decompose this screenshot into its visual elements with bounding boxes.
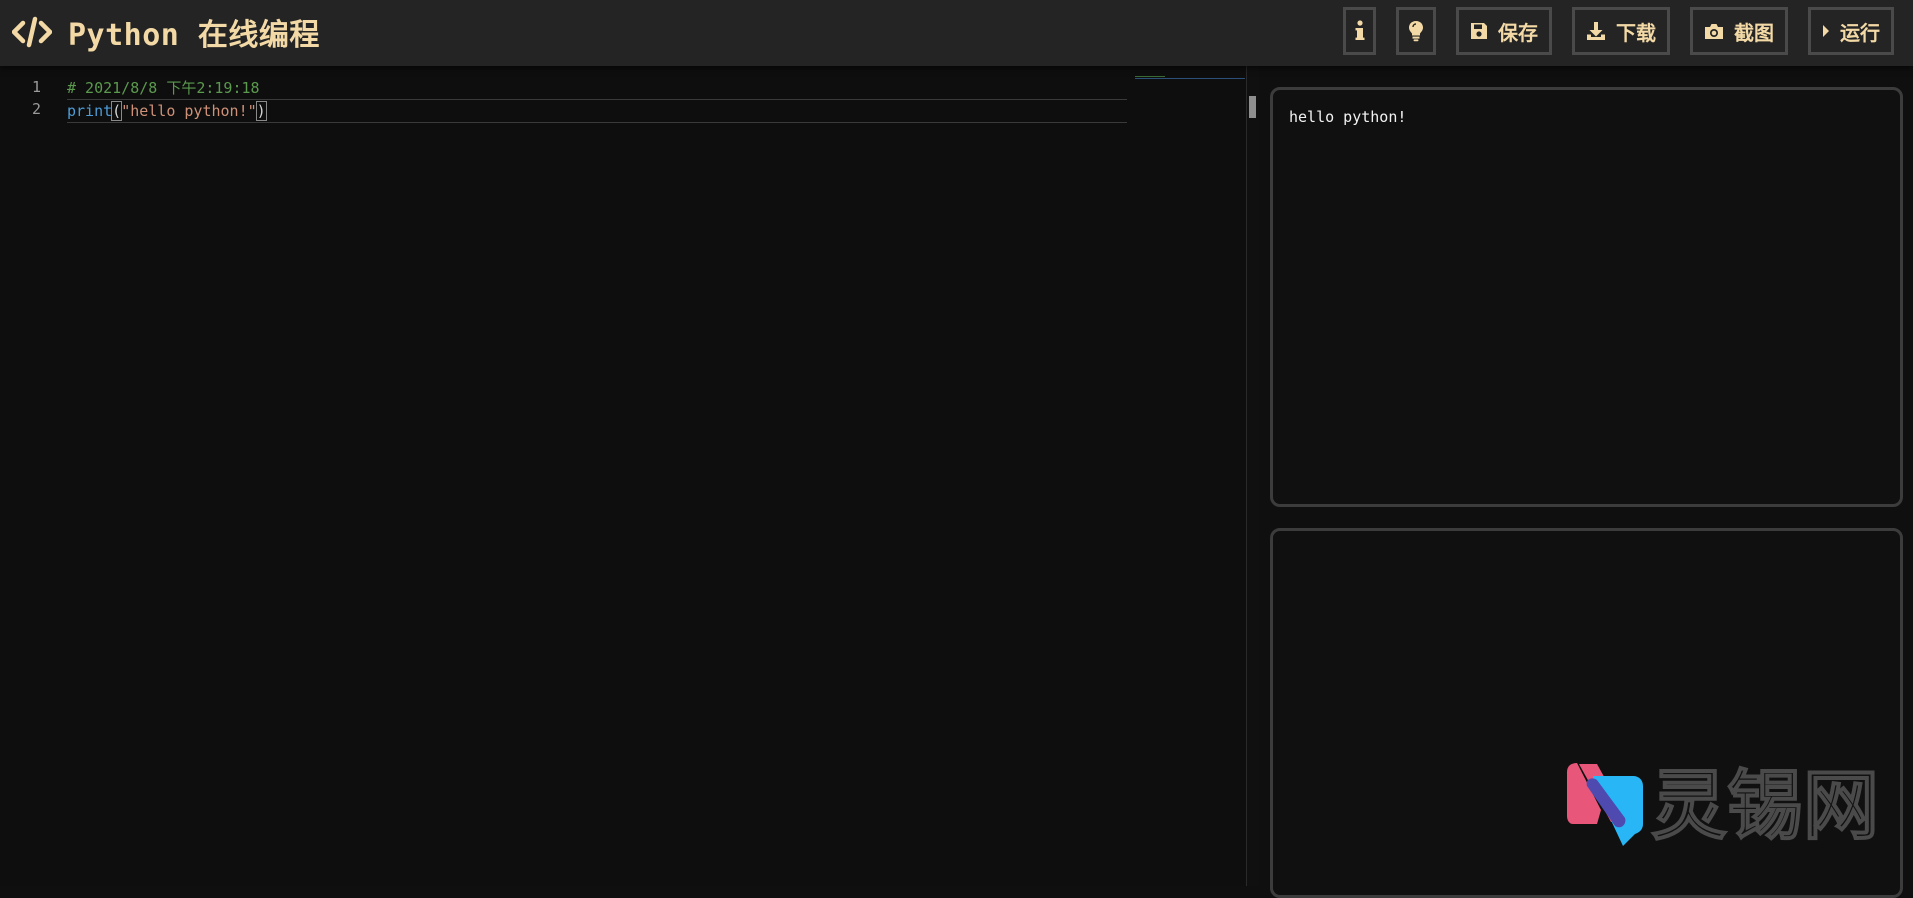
code-editor[interactable]: 1 2 # 2021/8/8 下午2:19:18 print("hello py… bbox=[0, 66, 1246, 886]
scrollbar-thumb[interactable] bbox=[1249, 96, 1256, 118]
camera-icon bbox=[1704, 23, 1724, 40]
download-button[interactable]: 下载 bbox=[1572, 7, 1670, 55]
minimap-line bbox=[1135, 76, 1165, 77]
line-number: 1 bbox=[31, 78, 41, 96]
editor-scrollbar[interactable] bbox=[1246, 66, 1259, 886]
line-number: 2 bbox=[31, 100, 41, 118]
page-title: Python 在线编程 bbox=[68, 18, 320, 53]
watermark-logo-icon bbox=[1567, 763, 1643, 846]
output-console: hello python! bbox=[1270, 87, 1903, 507]
open-paren: ( bbox=[111, 101, 123, 121]
app-brand: Python 在线编程 bbox=[12, 10, 320, 54]
close-paren: ) bbox=[255, 101, 267, 121]
minimap[interactable] bbox=[1135, 76, 1245, 80]
line-number-gutter: 1 2 bbox=[0, 66, 50, 886]
screenshot-button[interactable]: 截图 bbox=[1690, 7, 1788, 55]
string-literal: "hello python!" bbox=[121, 102, 257, 120]
tips-button[interactable] bbox=[1396, 7, 1436, 55]
watermark-text: 灵锡网 bbox=[1651, 761, 1879, 850]
save-button[interactable]: 保存 bbox=[1456, 7, 1552, 55]
floppy-disk-icon bbox=[1470, 22, 1488, 40]
code-line-comment[interactable]: # 2021/8/8 下午2:19:18 bbox=[67, 77, 1127, 99]
play-icon bbox=[1822, 24, 1830, 38]
minimap-viewport bbox=[1135, 78, 1245, 79]
download-icon bbox=[1586, 21, 1606, 41]
code-line-print[interactable]: print("hello python!") bbox=[67, 99, 1127, 123]
run-button-label: 运行 bbox=[1840, 20, 1880, 45]
info-button[interactable] bbox=[1343, 7, 1376, 55]
info-icon bbox=[1355, 20, 1365, 42]
output-text: hello python! bbox=[1289, 108, 1407, 126]
save-button-label: 保存 bbox=[1498, 20, 1538, 45]
download-button-label: 下载 bbox=[1616, 20, 1656, 45]
lightbulb-icon bbox=[1408, 20, 1424, 42]
keyword-print: print bbox=[67, 102, 113, 120]
run-button[interactable]: 运行 bbox=[1808, 7, 1894, 55]
site-watermark: 灵锡网 bbox=[1567, 760, 1880, 850]
top-bar: Python 在线编程 保存 下载 截图 运行 bbox=[0, 0, 1913, 66]
screenshot-button-label: 截图 bbox=[1734, 20, 1774, 45]
code-icon bbox=[12, 16, 52, 48]
